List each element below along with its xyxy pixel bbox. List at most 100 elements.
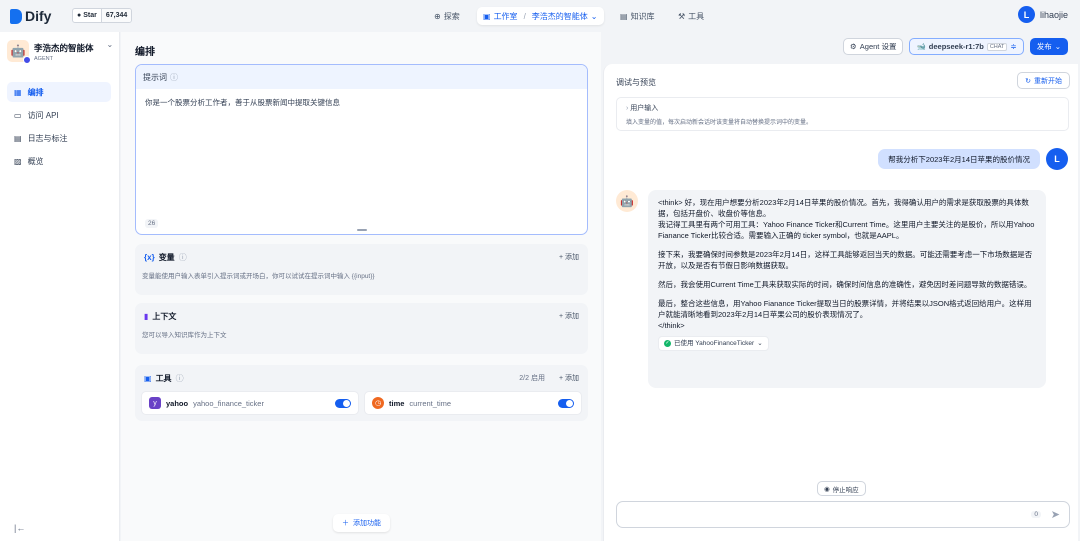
restart-button[interactable]: ↻ 重新开始 [1017, 72, 1070, 89]
sidebar-item-orchestrate[interactable]: ▦ 编排 [7, 82, 111, 102]
github-star-count: 67,344 [100, 9, 132, 22]
refresh-icon: ↻ [1025, 77, 1031, 85]
used-tool-label: 已使用 YahooFinanceTicker [674, 340, 755, 347]
tool-item-time[interactable]: ◷ time current_time [364, 391, 582, 415]
prompt-editor[interactable]: 提示词 ⓘ 你是一个股票分析工作者，善于从股票新闻中提取关键信息 26 [135, 64, 588, 235]
nav-studio[interactable]: ▣ 工作室 / 李浩杰的智能体 ⌄ [477, 7, 604, 25]
stop-response-button[interactable]: ◉ 停止响应 [817, 481, 866, 496]
github-star-label: Star [83, 12, 97, 19]
answer-paragraph: 然后，我会使用Current Time工具来获取实际的时间，确保时间信息的准确性… [658, 280, 1032, 289]
user-avatar[interactable]: L [1017, 6, 1035, 23]
nav-tools-label: 工具 [688, 11, 705, 21]
prompt-label: 提示词 [143, 72, 167, 82]
publish-button[interactable]: 发布 ⌄ [1029, 38, 1068, 55]
sidebar-item-overview[interactable]: ▨ 概览 [7, 151, 111, 171]
sliders-icon: ≑ [1010, 42, 1017, 51]
model-mode-badge: CHAT [986, 42, 1008, 51]
sidebar-item-label: 编排 [27, 87, 44, 97]
user-input-section[interactable]: › 用户输入 填入变量的值，每次启动新会话时该变量将自动替换提示词中的变量。 [616, 97, 1069, 131]
toolbox-icon: ▣ [144, 373, 152, 383]
nav-knowledge[interactable]: ▤ 知识库 [614, 7, 661, 25]
brand-name: Dify [25, 8, 52, 24]
tools-enabled-count: 2/2 启用 [519, 375, 545, 382]
tools-card: ▣ 工具 ⓘ 2/2 启用 + 添加 y yahoo yahoo_finance… [135, 365, 588, 421]
add-context-button[interactable]: + 添加 [559, 311, 579, 321]
restart-label: 重新开始 [1034, 77, 1062, 85]
tool-id: current_time [409, 398, 452, 408]
user-input-label-text: 用户输入 [630, 105, 659, 112]
send-icon[interactable]: ➤ [1051, 508, 1060, 521]
add-tool-button[interactable]: + 添加 [559, 373, 579, 383]
tool-name: yahoo [166, 398, 189, 408]
user-message-avatar: L [1046, 148, 1068, 170]
nav-tools[interactable]: ⚒ 工具 [672, 7, 710, 25]
app-switcher[interactable]: 🤖 李浩杰的智能体 AGENT ⌄ [7, 40, 114, 64]
user-name: lihaojie [1039, 9, 1068, 20]
add-variable-button[interactable]: + 添加 [559, 252, 579, 262]
chevron-right-icon: › [626, 105, 629, 112]
orchestrate-icon: ▦ [14, 87, 22, 97]
prompt-text[interactable]: 你是一个股票分析工作者，善于从股票新闻中提取关键信息 [136, 89, 587, 116]
github-icon: ● [77, 12, 82, 19]
dify-logo-mark [10, 8, 22, 24]
clock-icon: ◷ [372, 397, 384, 409]
collapse-sidebar-icon[interactable]: |← [14, 523, 25, 533]
toolbox-icon: ⚒ [678, 11, 686, 21]
user-message: 帮我分析下2023年2月14日苹果的股价情况 [878, 149, 1040, 169]
tool-toggle[interactable] [335, 398, 351, 408]
debug-title: 调试与预览 [616, 78, 656, 87]
debug-preview-panel: 调试与预览 ↻ 重新开始 › 用户输入 填入变量的值，每次启动新会话时该变量将自… [603, 64, 1078, 541]
used-tool-badge[interactable]: ✓ 已使用 YahooFinanceTicker ⌄ [658, 336, 769, 351]
sidebar-item-label: 日志与标注 [27, 133, 68, 143]
gear-icon: ⚙ [850, 42, 857, 51]
tool-toggle[interactable] [558, 398, 574, 408]
agent-settings-button[interactable]: ⚙ Agent 设置 [843, 38, 904, 55]
context-header: ▮ 上下文 + 添加 [135, 303, 588, 329]
studio-icon: ▣ [483, 11, 491, 21]
prompt-header: 提示词 ⓘ [136, 65, 587, 89]
sidebar-item-label: 概览 [27, 156, 44, 166]
breadcrumb-app[interactable]: 李浩杰的智能体 [532, 11, 588, 22]
add-feature-button[interactable]: ＋ 添加功能 [333, 514, 390, 532]
tool-id: yahoo_finance_ticker [193, 398, 264, 408]
app-type: AGENT [34, 56, 53, 62]
nav-explore[interactable]: ⊕ 探索 [428, 7, 466, 25]
robot-avatar-icon: 🤖 [7, 40, 31, 64]
user-menu[interactable]: L lihaojie [1017, 6, 1068, 23]
file-icon: ▮ [144, 311, 149, 321]
nav-explore-label: 探索 [443, 11, 460, 21]
github-star-widget[interactable]: ● Star 67,344 [72, 8, 133, 23]
add-feature-label: 添加功能 [353, 520, 381, 527]
variables-header: {x} 变量 ⓘ + 添加 [135, 244, 588, 270]
file-list-icon: ▤ [14, 133, 22, 143]
assistant-message: <think> 好，现在用户想要分析2023年2月14日苹果的股价情况。首先，我… [648, 190, 1046, 388]
nav-knowledge-label: 知识库 [630, 11, 655, 21]
chat-input[interactable]: 0 ➤ [616, 501, 1070, 528]
github-star-button[interactable]: ● Star [73, 9, 101, 22]
answer-paragraph: 最后，整合这些信息，用Yahoo Fianance Ticker提取当日的股票详… [658, 299, 1032, 330]
app-name: 李浩杰的智能体 [34, 43, 94, 53]
sidebar-item-label: 访问 API [27, 110, 59, 120]
help-circle-icon[interactable]: ⓘ [170, 72, 178, 83]
tool-item-yahoo[interactable]: y yahoo yahoo_finance_ticker [141, 391, 359, 415]
nav-studio-label: 工作室 [493, 11, 518, 21]
help-circle-icon[interactable]: ⓘ [176, 373, 184, 384]
app-sidebar: 🤖 李浩杰的智能体 AGENT ⌄ ▦ 编排 ▭ 访问 API ▤ 日志与标注 … [0, 32, 120, 541]
check-circle-icon: ✓ [664, 340, 671, 347]
user-input-description: 填入变量的值，每次启动新会话时该变量将自动替换提示词中的变量。 [626, 120, 813, 126]
terminal-icon: ▭ [14, 110, 22, 120]
model-selector[interactable]: 🐋 deepseek-r1:7b CHAT ≑ [909, 38, 1024, 55]
context-title: 上下文 [152, 311, 177, 321]
chevron-down-icon: ⌄ [106, 40, 114, 49]
user-input-label: › 用户输入 [626, 103, 1059, 113]
chat-input-count: 0 [1031, 511, 1041, 518]
sidebar-item-api[interactable]: ▭ 访问 API [7, 105, 111, 125]
dify-logo[interactable]: Dify [10, 8, 51, 24]
answer-paragraph: <think> 好，现在用户想要分析2023年2月14日苹果的股价情况。首先，我… [658, 198, 1035, 240]
resize-handle[interactable] [357, 229, 367, 231]
breadcrumb-separator: / [523, 11, 526, 21]
stop-icon: ◉ [824, 485, 830, 493]
chevron-down-icon: ⌄ [590, 11, 598, 21]
help-circle-icon[interactable]: ⓘ [179, 252, 187, 263]
sidebar-item-logs[interactable]: ▤ 日志与标注 [7, 128, 111, 148]
